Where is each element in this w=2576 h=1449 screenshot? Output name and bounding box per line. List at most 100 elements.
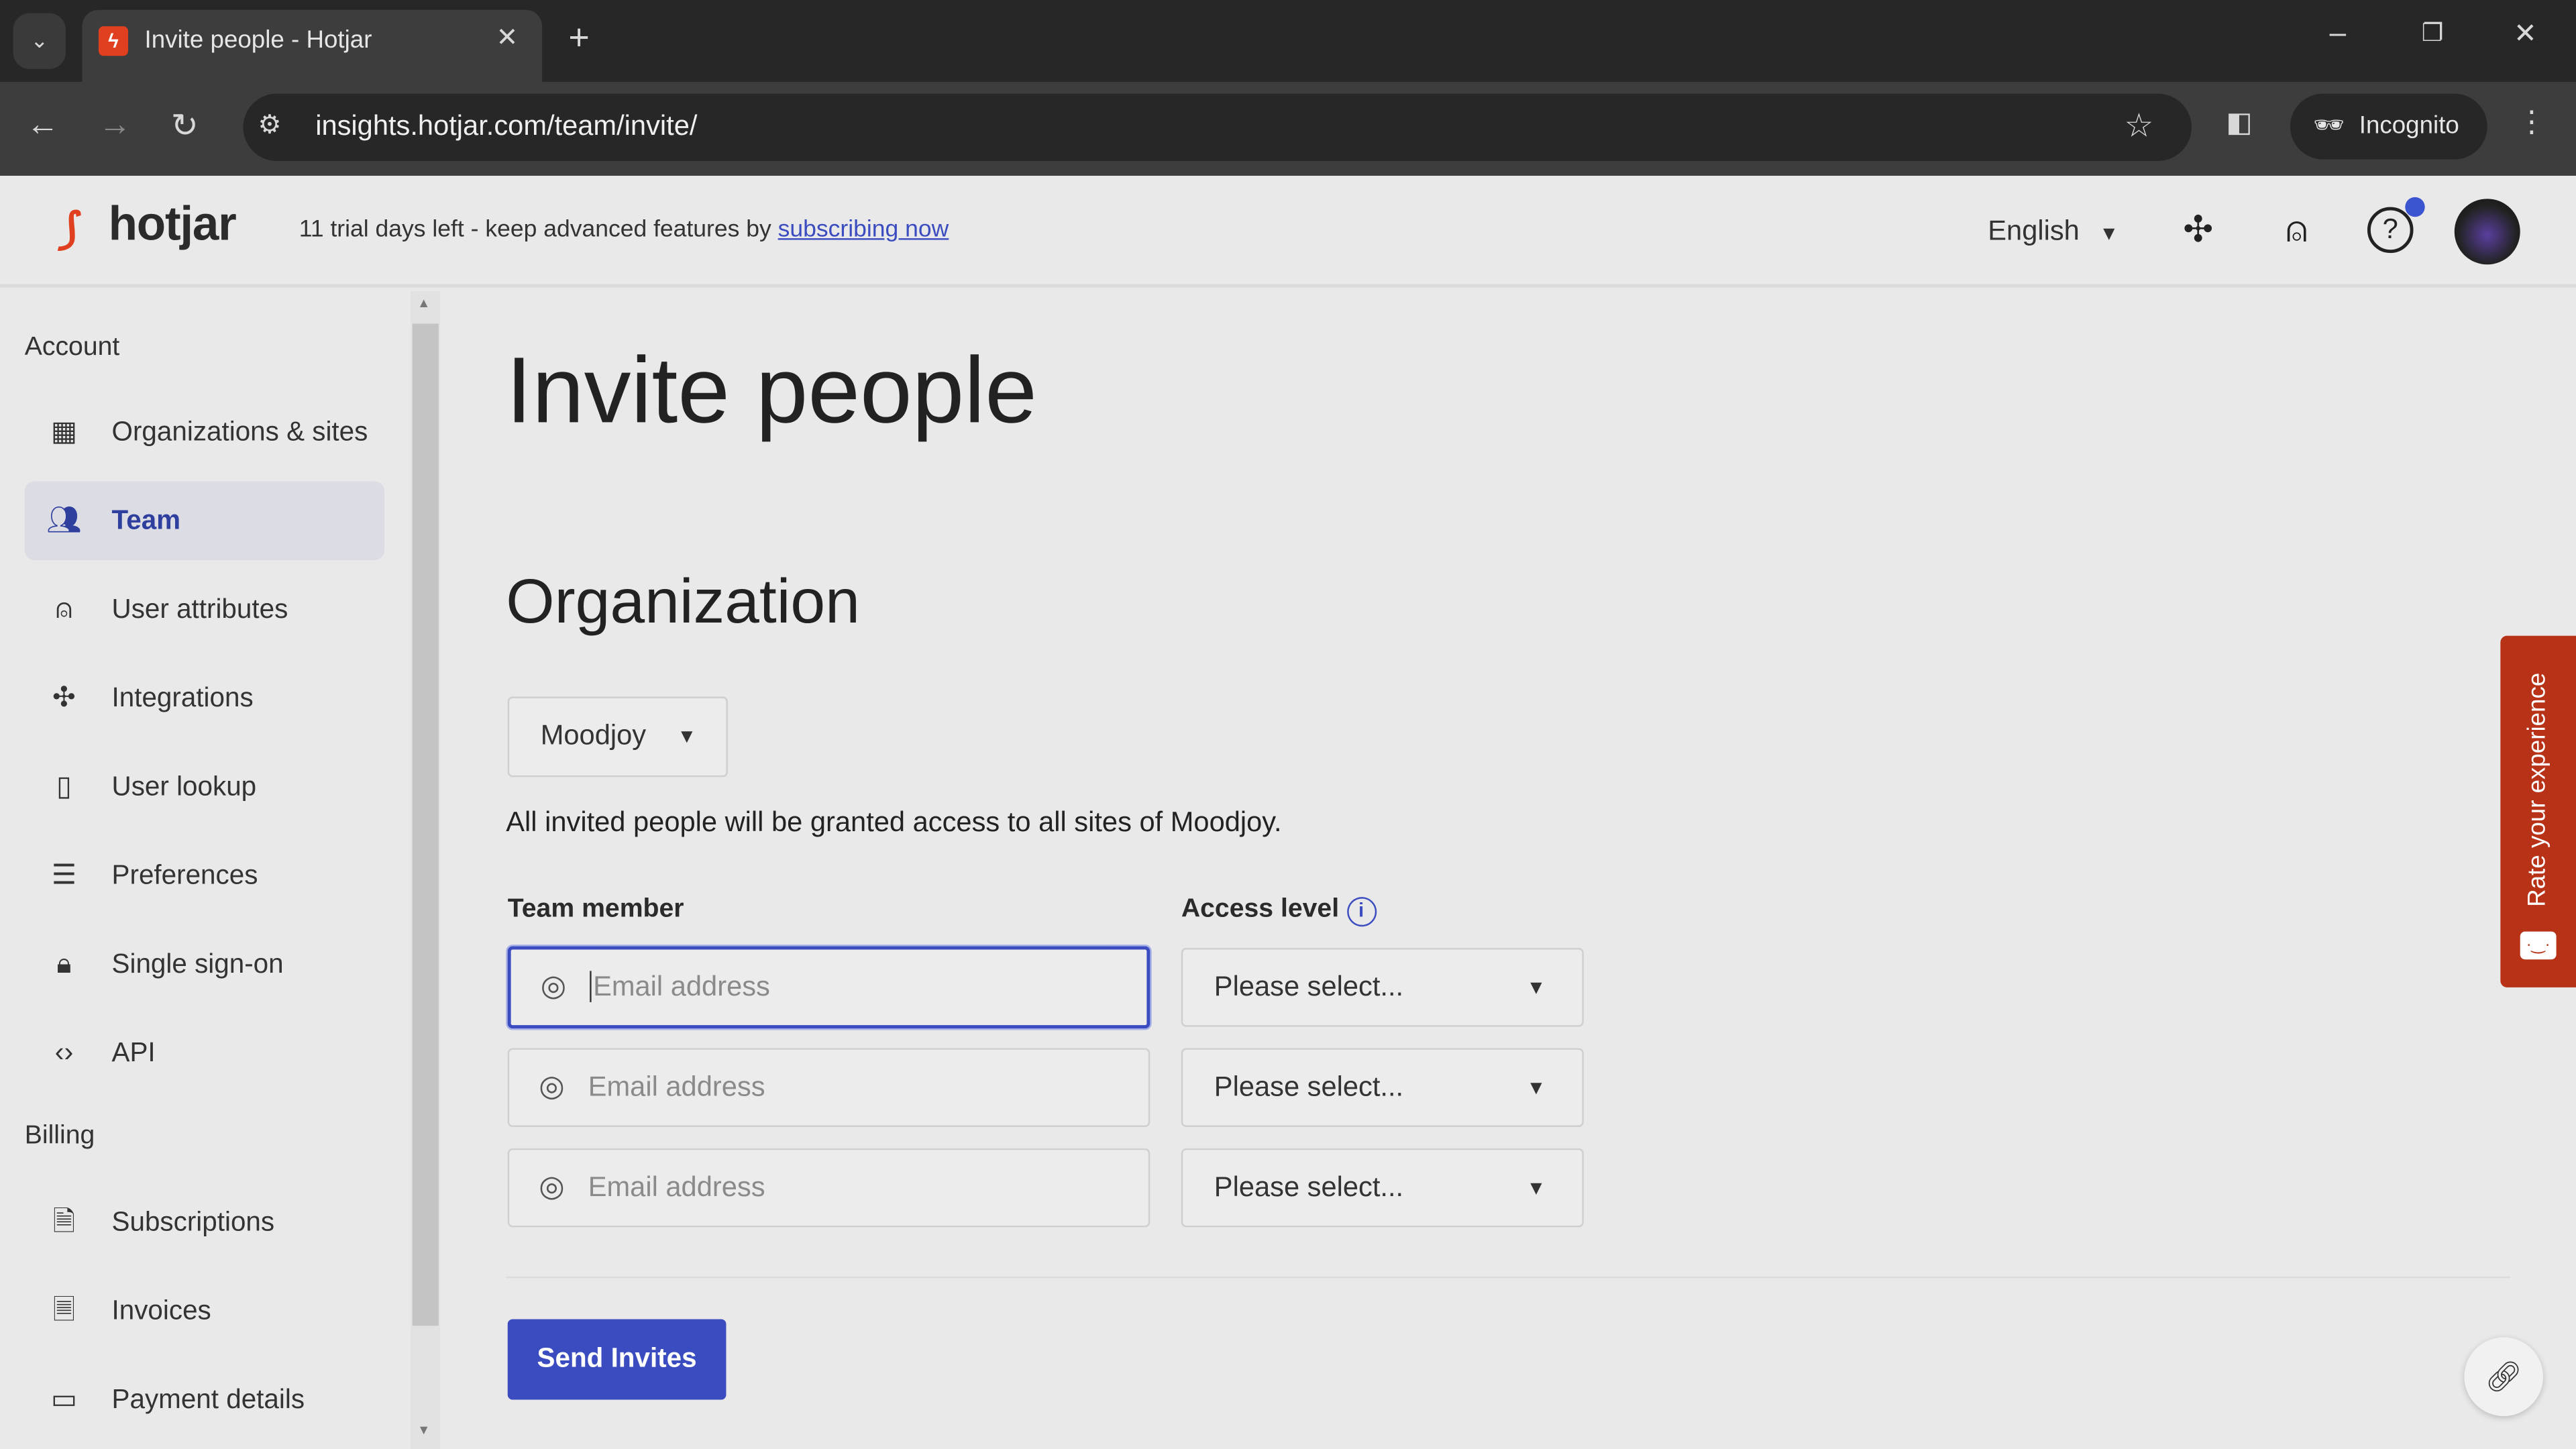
minimize-icon[interactable]: – — [2330, 16, 2347, 50]
close-window-icon[interactable]: ✕ — [2514, 18, 2537, 51]
chevron-down-icon: ▼ — [1526, 975, 1546, 999]
trial-text: 11 trial days left - keep advanced featu… — [299, 217, 778, 244]
organization-select[interactable]: Moodjoy ▼ — [507, 696, 728, 777]
user-avatar[interactable] — [2454, 199, 2520, 265]
email-input-2[interactable]: ◎ Email address — [507, 1048, 1150, 1128]
email-input-1[interactable]: ◎ Email address — [507, 946, 1150, 1029]
scroll-up-arrow[interactable]: ▲ — [417, 296, 430, 311]
chevron-down-icon: ▼ — [1526, 1076, 1546, 1099]
sidebar-item-label: Organizations & sites — [111, 417, 368, 447]
sidebar-item-preferences[interactable]: ☰ Preferences — [25, 837, 384, 916]
account-heading: Account — [24, 333, 120, 362]
sidebar-item-label: User lookup — [111, 772, 257, 802]
sidebar-item-integrations[interactable]: ✣ Integrations — [25, 659, 384, 738]
divider — [506, 1276, 2511, 1279]
sidebar-item-invoices[interactable]: 🗏 Invoices — [25, 1272, 384, 1351]
sidebar-item-user-attributes[interactable]: ⍝ User attributes — [25, 570, 384, 649]
reload-icon[interactable]: ↻ — [171, 105, 199, 146]
hotjar-logo[interactable]: hotjar — [109, 199, 237, 253]
new-tab-icon[interactable]: + — [568, 16, 589, 59]
user-attributes-icon: ⍝ — [55, 593, 72, 625]
access-level-select-3[interactable]: Please select... ▼ — [1181, 1148, 1584, 1228]
invite-user-icon[interactable]: ⍝ — [2272, 209, 2321, 252]
restore-icon[interactable]: ❐ — [2422, 18, 2444, 48]
sidebar-item-label: Subscriptions — [111, 1208, 275, 1238]
tab-search-button[interactable]: ⌄ — [13, 13, 66, 69]
url-text[interactable]: insights.hotjar.com/team/invite/ — [315, 110, 697, 143]
help-icon[interactable]: ? — [2367, 207, 2414, 254]
info-icon[interactable]: i — [1346, 897, 1377, 927]
subscribe-link[interactable]: subscribing now — [778, 217, 949, 243]
access-level-value: Please select... — [1214, 971, 1404, 1002]
access-info-text: All invited people will be granted acces… — [506, 806, 1282, 838]
sidebar-item-subscriptions[interactable]: 🗎 Subscriptions — [25, 1183, 384, 1262]
site-settings-icon[interactable]: ⚙ — [258, 109, 281, 142]
organization-heading: Organization — [506, 568, 860, 638]
tab-title: Invite people - Hotjar — [144, 26, 372, 54]
sidebar-item-label: User attributes — [111, 594, 288, 625]
trial-banner: 11 trial days left - keep advanced featu… — [299, 217, 949, 243]
access-level-value: Please select... — [1214, 1171, 1404, 1203]
lock-icon: 🔒︎ — [56, 948, 72, 979]
invoice-icon: 🗏 — [52, 1294, 76, 1326]
smiley-chat-icon: ·‿· — [2520, 931, 2557, 960]
chevron-down-icon: ▼ — [677, 724, 697, 748]
rate-experience-tab[interactable]: Rate your experience ·‿· — [2500, 635, 2576, 987]
user-circle-icon: ◎ — [539, 1069, 565, 1103]
incognito-badge[interactable]: 🕶 Incognito — [2290, 93, 2487, 160]
user-lookup-icon: ▯ — [56, 770, 72, 802]
link-icon[interactable]: 🔗︎ — [2464, 1337, 2544, 1417]
credit-card-icon: ▭ — [50, 1383, 78, 1415]
integrations-puzzle-icon[interactable]: ✣ — [2174, 209, 2222, 252]
send-invites-button[interactable]: Send Invites — [507, 1319, 727, 1400]
code-icon: ‹› — [54, 1036, 74, 1068]
sidebar-item-label: Preferences — [111, 861, 258, 891]
notification-dot — [2405, 197, 2425, 217]
back-icon[interactable]: ← — [26, 107, 59, 144]
page-title: Invite people — [506, 338, 1037, 444]
chevron-down-icon: ▼ — [1526, 1176, 1546, 1199]
sidebar-item-team[interactable]: 👥︎ Team — [24, 481, 385, 561]
sidebar-item-label: Single sign-on — [111, 949, 284, 979]
sidebar-item-label: Team — [111, 506, 181, 536]
sidebar-item-organizations[interactable]: ▦ Organizations & sites — [25, 392, 384, 472]
sidebar-item-payment-details[interactable]: ▭ Payment details — [25, 1360, 384, 1440]
access-level-select-1[interactable]: Please select... ▼ — [1181, 948, 1584, 1027]
sidebar-item-sso[interactable]: 🔒︎ Single sign-on — [25, 925, 384, 1004]
scrollbar-thumb[interactable] — [412, 323, 439, 1326]
organization-value: Moodjoy — [540, 719, 647, 751]
forward-icon[interactable]: → — [99, 107, 131, 144]
incognito-icon: 🕶 — [2313, 111, 2345, 140]
close-tab-icon[interactable]: ✕ — [496, 21, 519, 54]
sidebar-item-label: API — [111, 1038, 156, 1068]
team-icon: 👥︎ — [46, 504, 82, 536]
language-label: English — [1988, 215, 2080, 247]
bookmark-star-icon[interactable]: ☆ — [2125, 105, 2154, 146]
subscriptions-icon: 🗎 — [52, 1205, 76, 1238]
sidebar-item-label: Invoices — [111, 1296, 211, 1326]
building-icon: ▦ — [50, 415, 78, 447]
email-input-3[interactable]: ◎ Email address — [507, 1148, 1150, 1228]
puzzle-icon: ✣ — [52, 682, 76, 713]
sidebar-item-user-lookup[interactable]: ▯ User lookup — [25, 747, 384, 826]
rate-experience-label: Rate your experience — [2523, 672, 2552, 907]
sidebar-item-label: Integrations — [111, 683, 254, 713]
access-level-value: Please select... — [1214, 1071, 1404, 1103]
email-placeholder: Email address — [588, 1071, 765, 1103]
access-level-label: Access level i — [1181, 895, 1377, 927]
browser-menu-icon[interactable]: ⋮ — [2517, 105, 2546, 140]
incognito-label: Incognito — [2359, 111, 2459, 140]
sliders-icon: ☰ — [51, 859, 77, 891]
side-panel-icon[interactable]: ◧ — [2226, 107, 2252, 140]
scroll-down-arrow[interactable]: ▼ — [417, 1423, 430, 1438]
email-placeholder: Email address — [590, 971, 770, 1002]
sidebar-item-label: Payment details — [111, 1385, 305, 1415]
sidebar-item-api[interactable]: ‹› API — [25, 1014, 384, 1093]
access-level-select-2[interactable]: Please select... ▼ — [1181, 1048, 1584, 1128]
access-level-text: Access level — [1181, 895, 1340, 924]
hotjar-favicon: ϟ — [98, 26, 129, 56]
email-placeholder: Email address — [588, 1171, 765, 1203]
chevron-down-icon: ▼ — [2099, 221, 2119, 245]
user-circle-icon: ◎ — [539, 1169, 565, 1203]
language-select[interactable]: English ▼ — [1988, 215, 2118, 248]
